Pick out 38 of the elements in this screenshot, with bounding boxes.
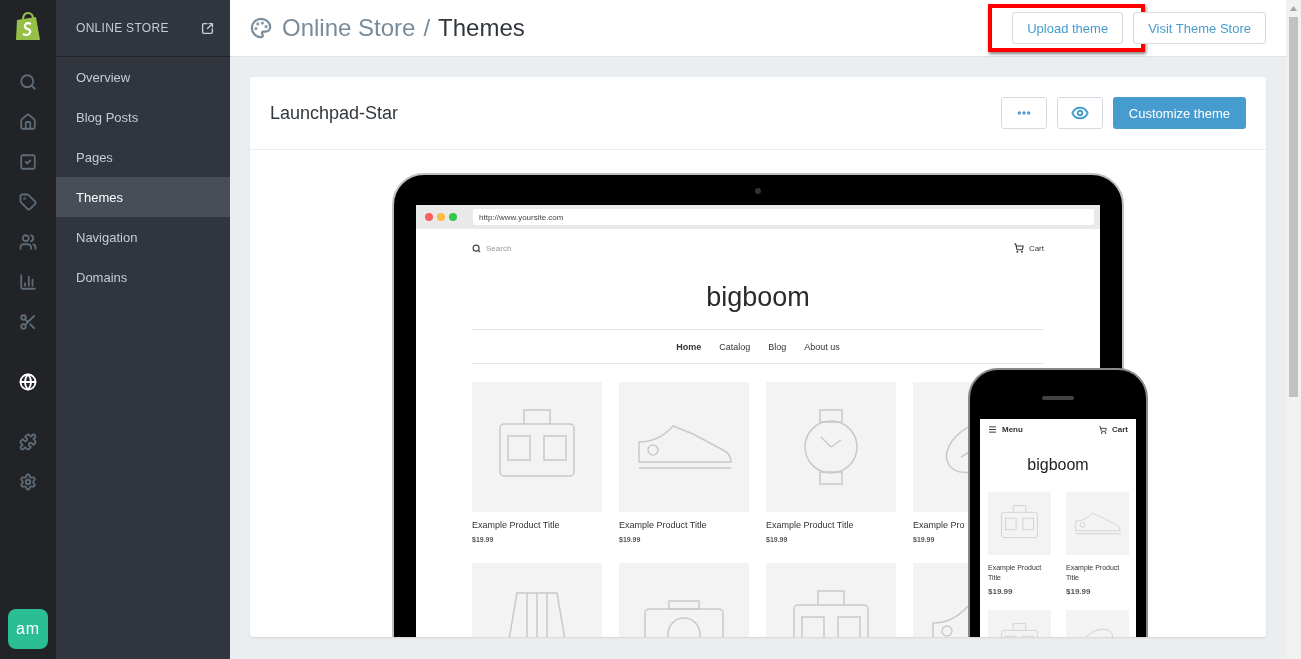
scrollbar[interactable]: [1286, 0, 1301, 659]
preview-button[interactable]: [1056, 97, 1103, 129]
product-title: Example Product Title: [472, 520, 561, 530]
external-link-icon[interactable]: [201, 21, 214, 35]
shopify-bag-logo[interactable]: [14, 12, 42, 42]
page-title: Themes: [438, 14, 525, 42]
speaker-icon: [1042, 396, 1074, 400]
sidebar-item[interactable]: Domains: [56, 257, 230, 297]
sidebar-item[interactable]: Navigation: [56, 217, 230, 257]
maximize-dot-icon: [449, 213, 457, 221]
breadcrumb-separator: /: [423, 14, 431, 42]
sidebar-item[interactable]: Themes: [56, 177, 230, 217]
scroll-thumb[interactable]: [1289, 17, 1298, 397]
cart-icon: [1013, 243, 1024, 253]
close-dot-icon: [425, 213, 433, 221]
store-logo: bigboom: [1026, 456, 1090, 474]
product-title: Example Product Title: [766, 520, 855, 530]
palette-icon: [250, 17, 272, 39]
product-title: Example Product Title: [619, 520, 708, 530]
cart-icon: [1099, 425, 1107, 434]
sidebar-item[interactable]: Pages: [56, 137, 230, 177]
scroll-up-icon[interactable]: [1289, 4, 1298, 13]
product-price: $19.99: [1066, 586, 1092, 596]
product-title: Example Pro: [913, 520, 966, 530]
sidebar-item[interactable]: Blog Posts: [56, 97, 230, 137]
sidebar-item[interactable]: Overview: [56, 57, 230, 97]
search-icon: [472, 243, 481, 253]
product-price: $19.99: [988, 586, 1014, 596]
url-field: http://www.yoursite.com: [473, 209, 1094, 225]
product-image: [1066, 492, 1129, 555]
theme-name: Launchpad-Star: [270, 102, 399, 124]
store-logo: bigboom: [705, 282, 811, 313]
camera-icon: [755, 188, 761, 194]
menu-icon: [988, 425, 997, 434]
sidebar-title: ONLINE STORE: [76, 21, 169, 35]
eye-icon: [1070, 104, 1089, 122]
minimize-dot-icon: [437, 213, 445, 221]
menu-label: Menu: [1002, 425, 1023, 434]
